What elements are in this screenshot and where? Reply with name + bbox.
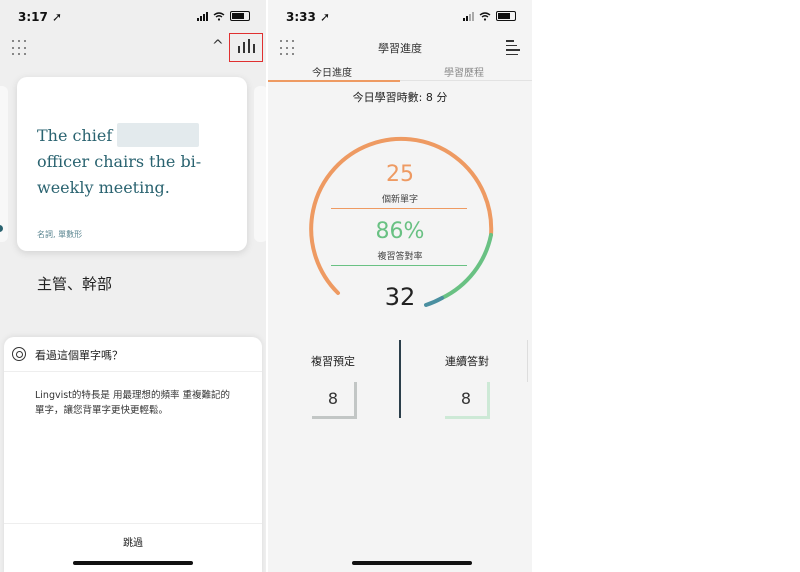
left-phone-screen: 3:17 ➚ ^ The chief officer chairs the bi… [0,0,266,572]
part-of-speech: 名詞, 單數形 [37,230,83,239]
chevron-up-icon[interactable]: ^ [212,38,224,54]
tab-learning-history[interactable]: 學習歷程 [444,64,484,79]
sheet-title: 看過這個單字嗎？ [35,349,123,362]
lifebuoy-icon [12,347,26,361]
active-tab-indicator [268,80,400,82]
status-time: 3:17 ➚ [18,10,63,24]
divider [4,371,262,372]
divider [331,265,467,266]
tab-divider [400,80,532,81]
word-card[interactable]: The chief officer chairs the bi-weekly m… [17,77,247,251]
battery-icon [496,11,516,21]
accuracy-label: 複習答對率 [377,252,423,262]
skip-button[interactable]: 跳過 [4,534,262,549]
answer-blank[interactable] [117,123,200,147]
streak-value: 8 [445,382,490,419]
tab-today-progress[interactable]: 今日進度 [312,64,352,79]
menu-icon[interactable] [506,40,520,58]
status-icons [463,11,516,21]
signal-icon [463,11,474,21]
signal-icon [197,11,208,21]
wifi-icon [479,11,491,21]
status-icons [197,11,250,21]
bar-chart-icon[interactable] [229,33,263,62]
wifi-icon [213,11,225,21]
status-time: 3:33 ➚ [286,10,331,24]
home-indicator[interactable] [73,561,193,565]
card-sentence: The chief officer chairs the bi-weekly m… [37,123,233,201]
status-bar: 3:33 ➚ [268,0,532,32]
info-sheet: 看過這個單字嗎？ Lingvist的特長是 用最理想的頻率 重複難記的單字，讓您… [4,337,262,572]
battery-icon [230,11,250,21]
streak-label: 連續答對 [445,355,489,368]
sheet-body: Lingvist的特長是 用最理想的頻率 重複難記的單字，讓您背單字更快更輕鬆。 [35,390,230,416]
new-words-label: 個新單字 [381,195,418,205]
accuracy-rate: 86% [375,219,425,244]
review-scheduled-label: 複習預定 [311,355,355,368]
next-card [254,86,266,242]
total-count: 32 [384,283,416,311]
study-time: 今日學習時數: 8 分 [352,91,448,104]
previous-card [0,86,8,242]
page-title: 學習進度 [378,42,422,55]
sentence-start: The chief [37,126,113,145]
dots-grid-icon[interactable] [12,40,28,56]
home-indicator[interactable] [352,561,472,565]
right-phone-screen: 3:33 ➚ 學習進度 今日進度 學習歷程 今日學習時數: 8 分 25 個新單… [268,0,532,572]
sentence-end: officer chairs the bi-weekly meeting. [37,152,202,197]
word-translation: 主管、幹部 [37,275,113,293]
divider [4,523,262,524]
edge-divider [527,340,528,382]
stats-divider [399,340,401,418]
new-words-count: 25 [386,162,414,187]
divider [331,208,467,209]
status-bar: 3:17 ➚ [0,0,266,32]
review-scheduled-value: 8 [312,382,357,419]
